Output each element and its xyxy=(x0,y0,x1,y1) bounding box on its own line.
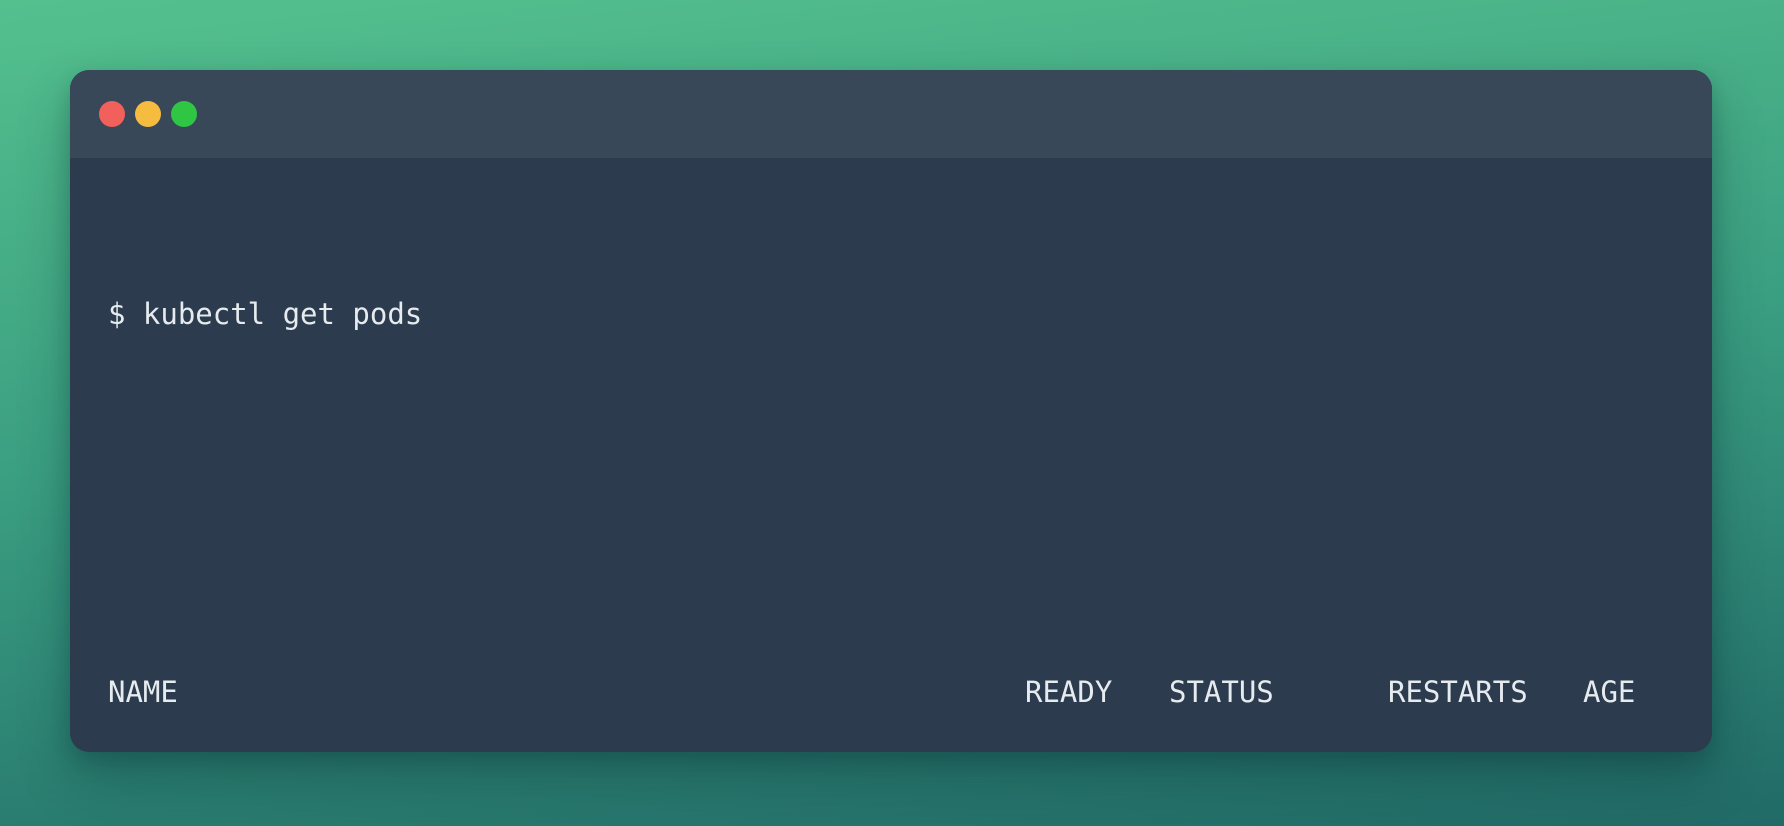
terminal-window: $ kubectl get pods NAME READY STATUS RES… xyxy=(70,70,1712,752)
pods-table: NAME READY STATUS RESTARTS AGE batch-che… xyxy=(108,587,1712,752)
minimize-button[interactable] xyxy=(135,101,161,127)
maximize-button[interactable] xyxy=(171,101,197,127)
column-header-restarts: RESTARTS xyxy=(1388,675,1528,709)
column-header-status: STATUS xyxy=(1169,675,1274,709)
column-header-age: AGE xyxy=(1583,675,1636,709)
window-titlebar[interactable] xyxy=(70,70,1712,158)
command-line: $ kubectl get pods xyxy=(108,297,423,331)
terminal-content[interactable]: $ kubectl get pods NAME READY STATUS RES… xyxy=(70,158,1712,752)
close-button[interactable] xyxy=(99,101,125,127)
table-header-row: NAME READY STATUS RESTARTS AGE xyxy=(108,671,1712,713)
column-header-name: NAME xyxy=(108,675,178,709)
column-header-ready: READY xyxy=(1025,675,1113,709)
